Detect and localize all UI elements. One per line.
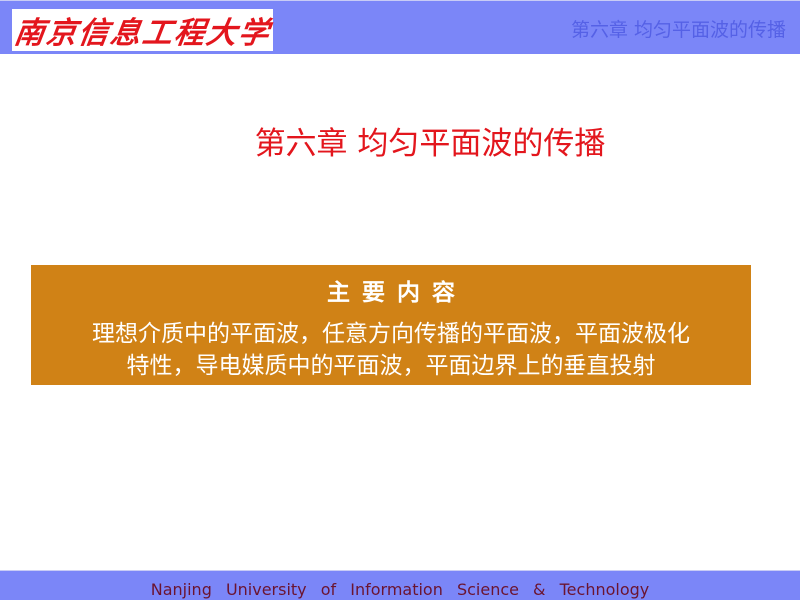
header-band: 南京信息工程大学 第六章 均匀平面波的传播 [0,0,800,54]
university-logo: 南京信息工程大学 [12,9,273,51]
footer-university-name: Nanjing University of Information Scienc… [150,580,650,599]
slide: 南京信息工程大学 第六章 均匀平面波的传播 第六章 均匀平面波的传播 主要内容 … [0,0,800,600]
footer-band: Nanjing University of Information Scienc… [0,570,800,600]
content-line: 特性，导电媒质中的平面波，平面边界上的垂直投射 [126,353,656,379]
content-body: 理想介质中的平面波，任意方向传播的平面波，平面波极化 特性，导电媒质中的平面波，… [31,318,751,382]
header-chapter-title: 第六章 均匀平面波的传播 [570,19,786,41]
content-line: 理想介质中的平面波，任意方向传播的平面波，平面波极化 [92,321,690,347]
main-content-box: 主要内容 理想介质中的平面波，任意方向传播的平面波，平面波极化 特性，导电媒质中… [31,265,751,385]
logo-calligraphy-text: 南京信息工程大学 [11,16,273,51]
content-heading: 主要内容 [327,279,467,306]
slide-title: 第六章 均匀平面波的传播 [254,126,606,162]
